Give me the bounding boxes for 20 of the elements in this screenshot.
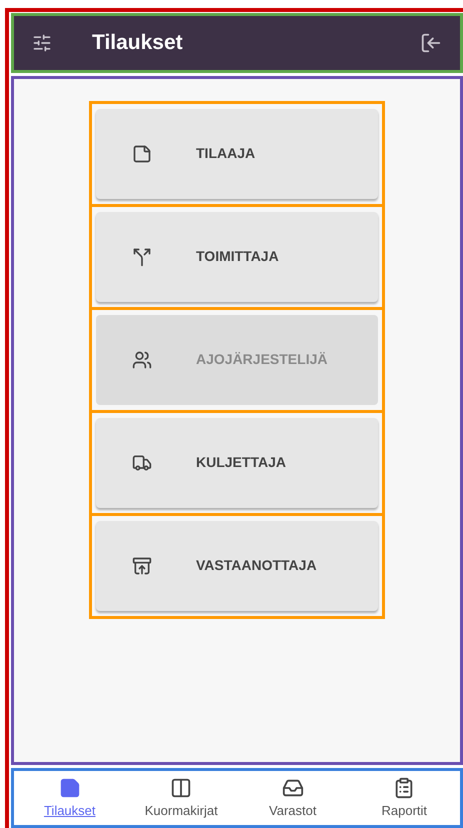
- truck-icon: [132, 452, 152, 473]
- nav-tab[interactable]: Kuormakirjat: [126, 777, 237, 820]
- role-button[interactable]: VASTAANOTTAJA: [96, 520, 378, 611]
- note-icon: [132, 144, 152, 164]
- clipboard-icon: [393, 777, 416, 800]
- page-title: Tilaukset: [92, 30, 183, 56]
- note-icon: [58, 777, 81, 800]
- role-button[interactable]: TOIMITTAJA: [96, 212, 378, 302]
- logout-icon[interactable]: [420, 32, 442, 54]
- people-icon: [132, 350, 152, 370]
- menu-icon[interactable]: [32, 32, 52, 53]
- nav-tab[interactable]: Varastot: [237, 777, 348, 820]
- nav-tab[interactable]: Tilaukset: [14, 777, 126, 820]
- role-button[interactable]: KULJETTAJA: [96, 418, 378, 508]
- book-icon: [170, 777, 192, 800]
- archive-box-icon: [132, 556, 152, 576]
- tray-icon: [282, 777, 304, 800]
- nav-tab[interactable]: Raportit: [348, 777, 460, 820]
- role-button[interactable]: TILAAJA: [96, 108, 378, 199]
- fork-arrow-icon: [132, 246, 152, 267]
